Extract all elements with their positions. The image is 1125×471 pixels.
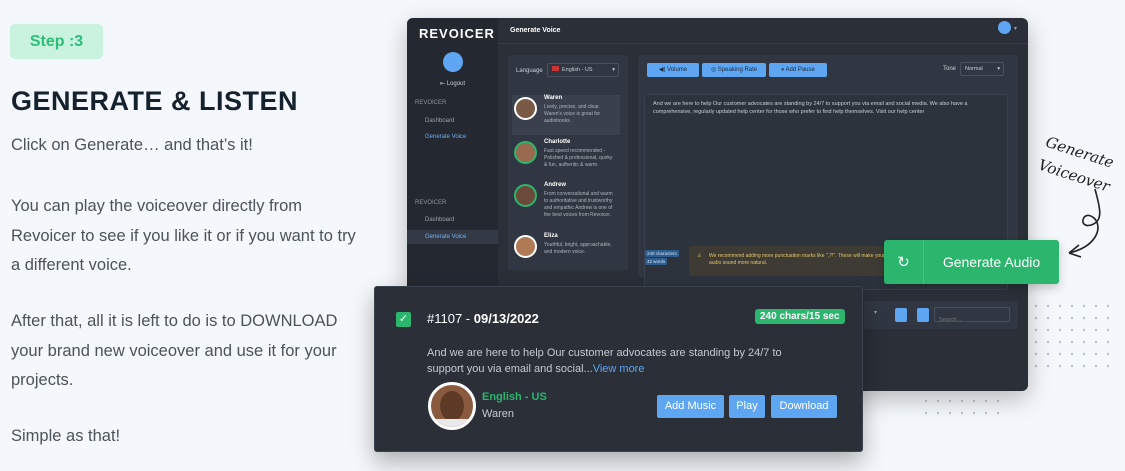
chevron-down-icon[interactable]: ▾ bbox=[1014, 25, 1017, 32]
download-button[interactable]: Download bbox=[771, 395, 837, 418]
speaking-rate-button[interactable]: ◎ Speaking Rate bbox=[702, 63, 766, 77]
intro-paragraph-4: Simple as that! bbox=[11, 427, 121, 445]
history-toolbar: ▾ bbox=[864, 301, 1018, 329]
voiceover-date: 09/13/2022 bbox=[473, 311, 539, 326]
chevron-down-icon: ▾ bbox=[997, 66, 1000, 72]
duration-badge: 240 chars/15 sec bbox=[755, 309, 845, 324]
voiceover-title: #1107 - 09/13/2022 bbox=[427, 311, 539, 326]
uk-flag-icon bbox=[552, 66, 559, 71]
add-pause-button[interactable]: ⏸ Add Pause bbox=[769, 63, 827, 77]
page-heading: GENERATE & LISTEN bbox=[11, 86, 299, 116]
add-music-button[interactable]: Add Music bbox=[657, 395, 724, 418]
voice-name: Waren bbox=[482, 408, 514, 420]
language-label: Language bbox=[516, 68, 543, 74]
language-select[interactable]: English - US ▾ bbox=[547, 63, 619, 77]
voices-panel: Language English - US ▾ Waren Lively, pr… bbox=[508, 55, 628, 270]
user-avatar[interactable] bbox=[443, 52, 463, 72]
select-checkbox[interactable]: ✓ bbox=[396, 312, 411, 327]
arrow-annotation-icon bbox=[1068, 188, 1101, 258]
face-shape bbox=[440, 391, 464, 421]
sidebar-section-label: REVOICER bbox=[415, 100, 447, 106]
decorative-dots bbox=[1030, 300, 1110, 370]
language-select-value: English - US bbox=[562, 67, 593, 73]
chevron-down-icon: ▾ bbox=[612, 67, 615, 73]
app-logo: REVOICER bbox=[419, 26, 495, 41]
voiceover-id: #1107 - bbox=[427, 311, 474, 326]
warning-icon: ⚠ bbox=[697, 253, 702, 259]
voice-avatar bbox=[514, 97, 537, 120]
sidebar-item-dashboard[interactable]: Dashboard bbox=[407, 114, 498, 128]
volume-button[interactable]: ◀) Volume bbox=[647, 63, 699, 77]
sidebar-item-generate-voice[interactable]: Generate Voice bbox=[407, 130, 498, 144]
voice-name: Andrew bbox=[544, 182, 567, 188]
voice-language: English - US bbox=[482, 391, 547, 403]
filter-button[interactable] bbox=[917, 308, 929, 322]
search-input[interactable] bbox=[934, 307, 1010, 327]
volume-label: Volume bbox=[667, 67, 688, 73]
voice-name: Charlotte bbox=[544, 139, 571, 145]
tone-label: Tone bbox=[943, 66, 957, 72]
gauge-icon: ◎ bbox=[710, 67, 718, 73]
voice-item[interactable]: Waren Lively, precise, and clear. Waren'… bbox=[512, 95, 620, 135]
step-badge: Step :3 bbox=[10, 24, 103, 59]
view-more-link[interactable]: View more bbox=[593, 363, 645, 375]
sidebar-section-label: REVOICER bbox=[415, 200, 447, 206]
generate-audio-button[interactable]: ↻ Generate Audio bbox=[884, 240, 1059, 284]
voice-description: From conversational and warm to authorit… bbox=[544, 191, 613, 218]
speaking-rate-label: Speaking Rate bbox=[717, 67, 758, 73]
check-icon: ✓ bbox=[398, 313, 409, 325]
generate-audio-label: Generate Audio bbox=[942, 254, 1041, 270]
warning-text: We recommend adding more punctuation mar… bbox=[709, 253, 885, 266]
volume-icon: ◀) bbox=[658, 67, 668, 73]
app-topbar: Generate Voice ▾ bbox=[498, 18, 1028, 44]
voice-item[interactable]: Charlotte Fast speed recommended - Polis… bbox=[512, 139, 620, 179]
refresh-icon: ↻ bbox=[884, 240, 924, 284]
tone-select-value: Normal bbox=[965, 66, 983, 72]
voice-description: Youthful, bright, approachable, and mode… bbox=[544, 242, 612, 255]
logout-link[interactable]: ⇤ Logout bbox=[440, 80, 465, 87]
voice-name: Eliza bbox=[544, 233, 558, 239]
add-pause-label: Add Pause bbox=[785, 67, 815, 73]
voiceover-card: ✓ #1107 - 09/13/2022 240 chars/15 sec An… bbox=[374, 286, 863, 452]
decorative-dots bbox=[920, 395, 1000, 419]
intro-paragraph-1: Click on Generate… and that’s it! bbox=[11, 136, 253, 154]
voice-description: Lively, precise, and clear. Waren's voic… bbox=[544, 104, 601, 124]
shirt-shape bbox=[431, 419, 473, 427]
profile-avatar[interactable] bbox=[998, 21, 1011, 34]
filter-button[interactable] bbox=[895, 308, 907, 322]
intro-paragraph-3: After that, all it is left to do is to D… bbox=[11, 312, 338, 389]
intro-paragraph-2: You can play the voiceover directly from… bbox=[11, 197, 356, 274]
search-field[interactable] bbox=[935, 313, 1009, 327]
voice-avatar bbox=[514, 184, 537, 207]
voice-avatar bbox=[428, 382, 476, 430]
play-button[interactable]: Play bbox=[729, 395, 765, 418]
chevron-down-icon[interactable]: ▾ bbox=[874, 309, 877, 316]
character-count: 240 characters bbox=[645, 250, 679, 257]
intro-section: Step :3 GENERATE & LISTEN Click on Gener… bbox=[0, 0, 370, 471]
voice-item[interactable]: Eliza Youthful, bright, approachable, an… bbox=[512, 233, 620, 273]
page-title: Generate Voice bbox=[510, 27, 561, 34]
word-count: 42 words bbox=[645, 258, 668, 265]
sidebar-item-dashboard[interactable]: Dashboard bbox=[407, 213, 498, 227]
voice-avatar bbox=[514, 235, 537, 258]
voiceover-text: And we are here to help Our customer adv… bbox=[427, 345, 807, 377]
voice-item[interactable]: Andrew From conversational and warm to a… bbox=[512, 182, 620, 222]
tone-select[interactable]: Normal ▾ bbox=[960, 62, 1004, 76]
sidebar-item-generate-voice[interactable]: Generate Voice bbox=[407, 230, 498, 244]
voice-description: Fast speed recommended - Polished & prof… bbox=[544, 148, 613, 168]
script-text: And we are here to help Our customer adv… bbox=[653, 101, 968, 115]
logout-label: Logout bbox=[446, 81, 466, 87]
voice-name: Waren bbox=[544, 95, 563, 101]
voice-avatar bbox=[514, 141, 537, 164]
punctuation-warning: ⚠ We recommend adding more punctuation m… bbox=[689, 246, 897, 276]
